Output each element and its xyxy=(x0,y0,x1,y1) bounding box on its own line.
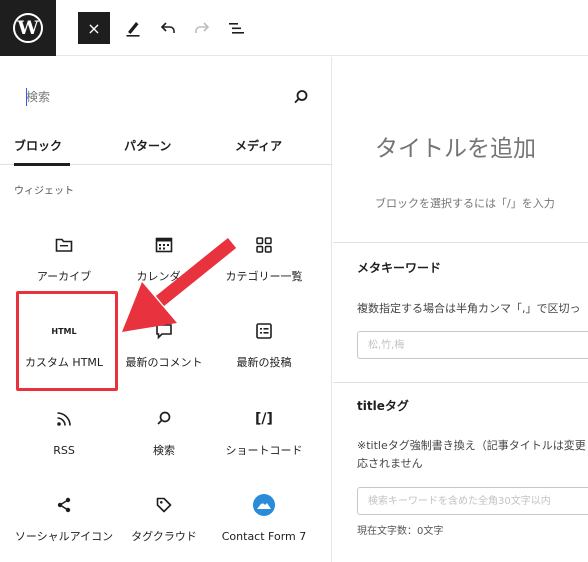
block-label: ショートコード xyxy=(225,444,303,457)
block-search[interactable]: 検索 xyxy=(114,407,214,493)
block-search xyxy=(16,77,316,117)
comment-icon xyxy=(152,319,176,343)
block-label: Contact Form 7 xyxy=(221,530,307,543)
text-caret xyxy=(26,88,27,106)
character-counter: 現在文字数：0文字 xyxy=(357,526,444,537)
title-tag-box: titleタグ ※titleタグ強制書き換え（記事タイトルは変更 応されません … xyxy=(333,382,588,562)
block-tag-cloud[interactable]: タグクラウド xyxy=(114,493,214,562)
block-label: 最新の投稿 xyxy=(236,356,292,369)
share-icon xyxy=(52,493,76,517)
tag-icon xyxy=(152,493,176,517)
shortcode-icon: [/] xyxy=(252,407,276,431)
title-tag-title: titleタグ xyxy=(357,399,409,413)
block-inserter-panel: ブロック パターン メディア ウィジェット アーカイブ xyxy=(0,57,332,562)
redo-icon xyxy=(195,22,210,33)
block-latest-comments[interactable]: 最新のコメント xyxy=(114,319,214,405)
archive-folder-icon xyxy=(52,233,76,257)
tab-patterns[interactable]: パターン xyxy=(124,125,171,165)
block-label: ソーシャルアイコン xyxy=(14,530,114,543)
block-calendar[interactable]: カレンダー xyxy=(114,233,214,319)
meta-keyword-description: 複数指定する場合は半角カンマ「,」で区切っ xyxy=(357,302,581,315)
tab-label: ブロック xyxy=(14,138,63,153)
block-search-input[interactable] xyxy=(16,77,316,117)
block-label: 最新のコメント xyxy=(125,356,203,369)
block-label: タグクラウド xyxy=(131,530,197,543)
post-list-icon xyxy=(252,319,276,343)
block-contact-form-7[interactable]: Contact Form 7 xyxy=(214,493,314,562)
redo-button[interactable] xyxy=(186,12,218,44)
shortcode-icon-text: [/] xyxy=(255,411,273,427)
block-label: カテゴリー一覧 xyxy=(225,270,303,283)
block-label: 検索 xyxy=(153,444,175,457)
block-categories[interactable]: カテゴリー一覧 xyxy=(214,233,314,319)
close-icon: × xyxy=(87,18,101,38)
editor-toolbar: W × xyxy=(0,0,588,56)
rss-icon xyxy=(52,407,76,431)
search-icon xyxy=(152,407,176,431)
wordpress-logo-letter: W xyxy=(13,13,43,43)
search-icon[interactable] xyxy=(292,88,310,106)
tab-label: パターン xyxy=(124,138,172,153)
meta-keyword-input[interactable] xyxy=(357,331,588,359)
block-prompt[interactable]: ブロックを選択するには「/」を入力 xyxy=(375,195,555,211)
block-rss[interactable]: RSS xyxy=(14,407,114,493)
calendar-icon xyxy=(152,233,176,257)
tools-button[interactable] xyxy=(117,12,149,44)
undo-button[interactable] xyxy=(152,12,184,44)
title-tag-description-line1: ※titleタグ強制書き換え（記事タイトルは変更 xyxy=(357,439,586,452)
list-view-button[interactable] xyxy=(220,12,252,44)
close-inserter-button[interactable]: × xyxy=(78,12,110,44)
wordpress-logo-icon[interactable]: W xyxy=(0,0,56,56)
block-latest-posts[interactable]: 最新の投稿 xyxy=(214,319,314,405)
block-shortcode[interactable]: [/] ショートコード xyxy=(214,407,314,493)
block-label: アーカイブ xyxy=(36,270,92,283)
undo-icon xyxy=(160,22,175,33)
block-label: カレンダー xyxy=(136,270,192,283)
pencil-icon xyxy=(126,22,140,37)
custom-html-highlight-box xyxy=(16,291,118,391)
categories-grid-icon xyxy=(252,233,276,257)
widgets-category-heading: ウィジェット xyxy=(14,186,74,197)
post-title-placeholder[interactable]: タイトルを追加 xyxy=(375,129,536,163)
inserter-tabs: ブロック パターン メディア xyxy=(0,125,332,166)
block-social-icons[interactable]: ソーシャルアイコン xyxy=(14,493,114,562)
list-view-icon xyxy=(229,23,244,34)
contact-form-7-icon xyxy=(252,493,276,517)
tab-media[interactable]: メディア xyxy=(235,125,282,165)
tab-blocks[interactable]: ブロック xyxy=(14,125,71,166)
tab-label: メディア xyxy=(235,138,283,153)
editor-canvas: タイトルを追加 ブロックを選択するには「/」を入力 メタキーワード 複数指定する… xyxy=(333,57,588,562)
meta-keyword-box: メタキーワード 複数指定する場合は半角カンマ「,」で区切っ xyxy=(333,242,588,382)
title-tag-description-line2: 応されません xyxy=(357,457,423,470)
meta-keyword-title: メタキーワード xyxy=(357,261,442,275)
block-label: RSS xyxy=(53,444,75,457)
title-tag-input[interactable] xyxy=(357,487,588,515)
